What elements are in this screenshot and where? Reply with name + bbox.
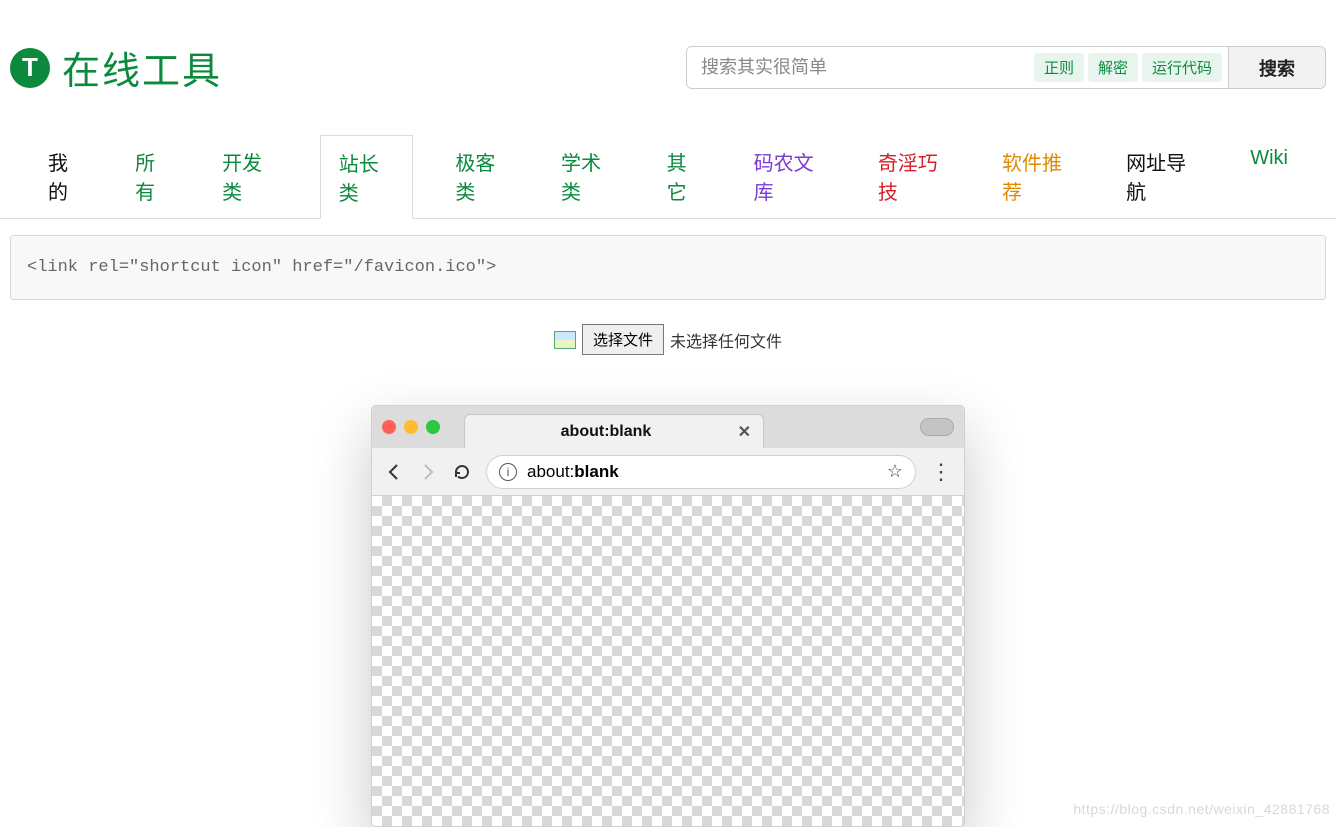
main-nav: 我的所有开发类站长类极客类学术类其它码农文库奇淫巧技软件推荐网址导航 Wiki <box>0 135 1336 219</box>
browser-address-bar: i about:blank ☆ ⋮ <box>372 448 964 496</box>
nav-item-9[interactable]: 软件推荐 <box>994 135 1084 218</box>
url-text: about:blank <box>527 462 877 482</box>
tag-run-code[interactable]: 运行代码 <box>1142 53 1222 82</box>
back-icon[interactable] <box>384 462 404 482</box>
nav-item-6[interactable]: 其它 <box>659 135 712 218</box>
browser-tab[interactable]: about:blank ✕ <box>464 414 764 448</box>
code-snippet[interactable]: <link rel="shortcut icon" href="/favicon… <box>10 235 1326 300</box>
no-file-label: 未选择任何文件 <box>670 328 782 352</box>
search-bar: 正则 解密 运行代码 搜索 <box>686 46 1326 89</box>
tag-regex[interactable]: 正则 <box>1034 53 1084 82</box>
window-max-icon[interactable] <box>426 420 440 434</box>
nav-item-1[interactable]: 所有 <box>127 135 180 218</box>
close-icon[interactable]: ✕ <box>738 422 751 442</box>
nav-item-5[interactable]: 学术类 <box>553 135 625 218</box>
logo-text: 在线工具 <box>62 40 222 95</box>
browser-mock: about:blank ✕ i about:blank ☆ ⋮ <box>371 405 965 827</box>
nav-item-11[interactable]: Wiki <box>1242 135 1296 218</box>
choose-file-button[interactable]: 选择文件 <box>582 324 664 355</box>
window-close-icon[interactable] <box>382 420 396 434</box>
info-icon[interactable]: i <box>499 463 517 481</box>
nav-item-3[interactable]: 站长类 <box>320 135 414 219</box>
tag-decrypt[interactable]: 解密 <box>1088 53 1138 82</box>
image-icon <box>554 331 576 349</box>
browser-titlebar: about:blank ✕ <box>372 406 964 448</box>
nav-item-8[interactable]: 奇淫巧技 <box>870 135 960 218</box>
forward-icon <box>418 462 438 482</box>
bookmark-star-icon[interactable]: ☆ <box>887 461 903 482</box>
nav-item-7[interactable]: 码农文库 <box>746 135 836 218</box>
nav-item-10[interactable]: 网址导航 <box>1118 135 1208 218</box>
nav-item-0[interactable]: 我的 <box>40 135 93 218</box>
search-input[interactable] <box>687 47 1028 88</box>
logo[interactable]: T 在线工具 <box>10 40 222 95</box>
browser-viewport <box>372 496 964 826</box>
browser-tab-title: about:blank <box>561 423 652 441</box>
search-button[interactable]: 搜索 <box>1228 47 1325 88</box>
nav-item-2[interactable]: 开发类 <box>214 135 286 218</box>
window-min-icon[interactable] <box>404 420 418 434</box>
logo-icon: T <box>10 48 50 88</box>
watermark: https://blog.csdn.net/weixin_42881768 <box>1073 801 1330 817</box>
search-tags: 正则 解密 运行代码 <box>1028 47 1228 88</box>
new-tab-pill[interactable] <box>920 418 954 436</box>
file-upload-row: 选择文件 未选择任何文件 <box>0 324 1336 355</box>
nav-item-4[interactable]: 极客类 <box>447 135 519 218</box>
menu-kebab-icon[interactable]: ⋮ <box>930 461 952 483</box>
reload-icon[interactable] <box>452 462 472 482</box>
url-field[interactable]: i about:blank ☆ <box>486 455 916 489</box>
